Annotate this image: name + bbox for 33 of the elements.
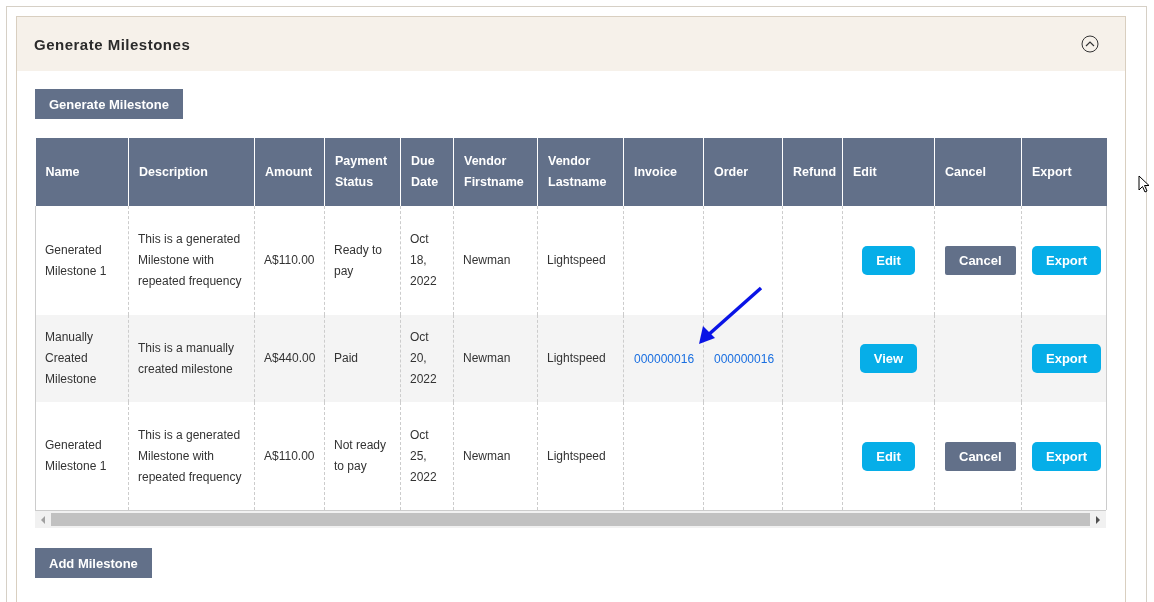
export-button[interactable]: Export xyxy=(1032,246,1102,275)
column-header: Order xyxy=(703,138,783,206)
cancel-button[interactable]: Cancel xyxy=(945,246,1016,275)
add-milestone-button[interactable]: Add Milestone xyxy=(35,548,152,578)
column-header: Invoice xyxy=(623,138,704,206)
annotation-arrow xyxy=(697,286,763,346)
column-header: Export xyxy=(1021,138,1107,206)
column-header: Cancel xyxy=(934,138,1022,206)
column-header: Edit xyxy=(842,138,935,206)
edit-button[interactable]: View xyxy=(859,344,918,373)
edit-button[interactable]: Edit xyxy=(862,441,915,471)
column-header: Due Date xyxy=(400,138,454,206)
column-header: Amount xyxy=(254,138,325,206)
panel-title: Generate Milestones xyxy=(34,35,191,53)
column-header: Description xyxy=(128,138,255,206)
column-header: Vendor Lastname xyxy=(537,138,624,206)
column-header: Name xyxy=(35,138,129,206)
column-header: Payment Status xyxy=(324,138,401,206)
column-header: Refund xyxy=(782,138,843,206)
column-header: Vendor Firstname xyxy=(453,138,538,206)
export-button[interactable]: Export xyxy=(1032,344,1102,373)
generate-milestone-button[interactable]: Generate Milestone xyxy=(35,89,183,119)
scroll-right-icon[interactable] xyxy=(1094,515,1102,524)
cancel-button[interactable]: Cancel xyxy=(945,441,1016,471)
scrollbar-thumb[interactable] xyxy=(51,513,1090,526)
mouse-cursor-icon xyxy=(1138,175,1150,193)
order-link[interactable]: 000000016 xyxy=(714,351,775,366)
invoice-link[interactable]: 000000016 xyxy=(634,351,695,366)
collapse-toggle[interactable] xyxy=(1081,35,1099,53)
export-button[interactable]: Export xyxy=(1032,441,1102,471)
edit-button[interactable]: Edit xyxy=(862,246,915,275)
horizontal-scrollbar[interactable] xyxy=(35,510,1106,528)
scroll-left-icon[interactable] xyxy=(39,515,47,524)
